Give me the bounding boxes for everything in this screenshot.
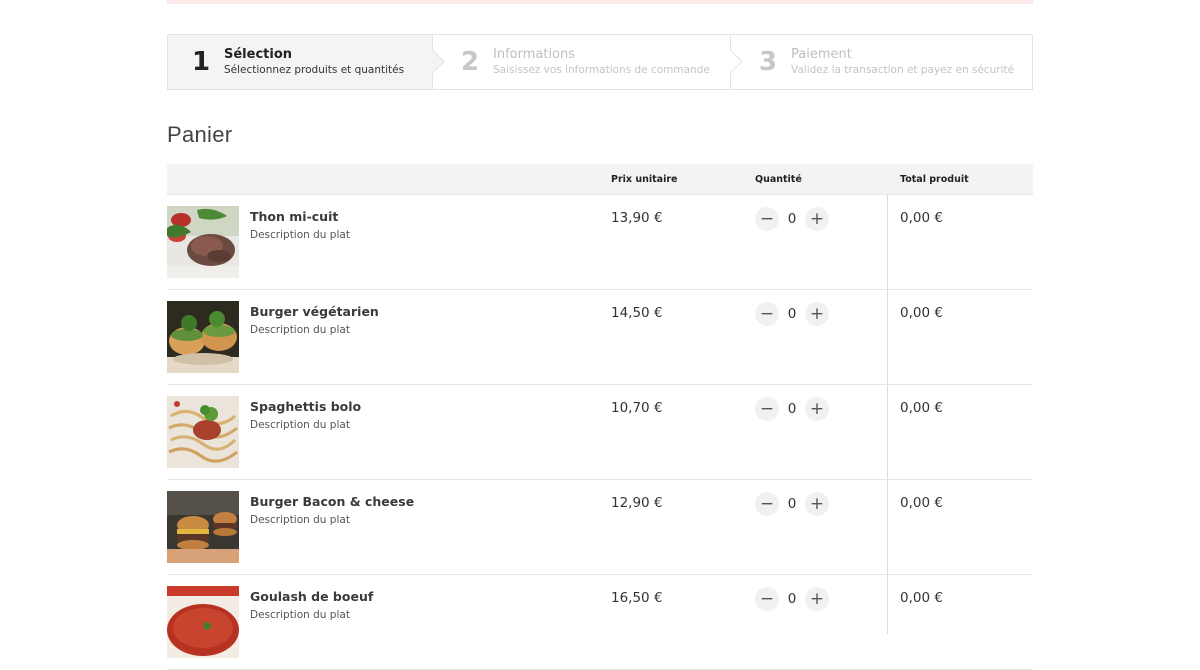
tuna-salad-photo-icon	[167, 206, 239, 278]
cart-table: Prix unitaire Quantité Total produit Tho…	[167, 164, 1033, 670]
header-quantity: Quantité	[755, 174, 802, 185]
quantity-stepper: − 0 +	[755, 302, 829, 326]
unit-price: 14,50 €	[611, 305, 663, 321]
step-number: 1	[191, 47, 211, 77]
product-image	[167, 491, 239, 563]
checkout-stepper: 1 Sélection Sélectionnez produits et qua…	[167, 34, 1033, 90]
product-description: Description du plat	[250, 514, 350, 526]
product-name: Burger Bacon & cheese	[250, 494, 415, 509]
header-total: Total produit	[900, 174, 969, 185]
product-name: Thon mi-cuit	[250, 209, 339, 224]
table-row: Goulash de boeuf Description du plat 16,…	[167, 575, 1033, 670]
product-image	[167, 586, 239, 658]
step-number: 2	[460, 47, 480, 77]
table-row: Thon mi-cuit Description du plat 13,90 €…	[167, 195, 1033, 290]
product-image	[167, 396, 239, 468]
minus-icon[interactable]: −	[755, 397, 779, 421]
quantity-stepper: − 0 +	[755, 207, 829, 231]
table-header: Prix unitaire Quantité Total produit	[167, 164, 1033, 195]
minus-icon[interactable]: −	[755, 302, 779, 326]
quantity-value: 0	[787, 211, 797, 227]
top-alert-bar	[167, 0, 1033, 4]
quantity-stepper: − 0 +	[755, 397, 829, 421]
quantity-value: 0	[787, 306, 797, 322]
product-total: 0,00 €	[900, 210, 943, 226]
product-description: Description du plat	[250, 229, 350, 241]
step-title: Sélection	[224, 47, 293, 62]
quantity-value: 0	[787, 591, 797, 607]
step-subtitle: Sélectionnez produits et quantités	[224, 64, 405, 76]
veggie-burger-photo-icon	[167, 301, 239, 373]
step-number: 3	[758, 47, 778, 77]
quantity-stepper: − 0 +	[755, 587, 829, 611]
product-total: 0,00 €	[900, 495, 943, 511]
quantity-value: 0	[787, 401, 797, 417]
bacon-burger-photo-icon	[167, 491, 239, 563]
step-informations[interactable]: 2 Informations Saisissez vos information…	[433, 35, 743, 89]
minus-icon[interactable]: −	[755, 587, 779, 611]
unit-price: 10,70 €	[611, 400, 663, 416]
table-row: Spaghettis bolo Description du plat 10,7…	[167, 385, 1033, 480]
product-total: 0,00 €	[900, 400, 943, 416]
table-row: Burger Bacon & cheese Description du pla…	[167, 480, 1033, 575]
product-name: Spaghettis bolo	[250, 399, 362, 414]
product-total: 0,00 €	[900, 590, 943, 606]
table-row: Burger végétarien Description du plat 14…	[167, 290, 1033, 385]
product-total: 0,00 €	[900, 305, 943, 321]
goulash-photo-icon	[167, 586, 239, 658]
product-image	[167, 206, 239, 278]
step-paiement[interactable]: 3 Paiement Validez la transaction et pay…	[731, 35, 1032, 89]
page-title: Panier	[167, 122, 233, 147]
plus-icon[interactable]: +	[805, 397, 829, 421]
minus-icon[interactable]: −	[755, 207, 779, 231]
minus-icon[interactable]: −	[755, 492, 779, 516]
step-title: Paiement	[791, 47, 852, 62]
step-title: Informations	[493, 47, 576, 62]
quantity-value: 0	[787, 496, 797, 512]
product-name: Goulash de boeuf	[250, 589, 374, 604]
unit-price: 16,50 €	[611, 590, 663, 606]
spaghetti-photo-icon	[167, 396, 239, 468]
unit-price: 13,90 €	[611, 210, 663, 226]
step-subtitle: Saisissez vos informations de commande	[493, 64, 710, 76]
step-subtitle: Validez la transaction et payez en sécur…	[791, 64, 1015, 76]
plus-icon[interactable]: +	[805, 302, 829, 326]
quantity-stepper: − 0 +	[755, 492, 829, 516]
product-description: Description du plat	[250, 419, 350, 431]
product-name: Burger végétarien	[250, 304, 379, 319]
product-description: Description du plat	[250, 324, 350, 336]
unit-price: 12,90 €	[611, 495, 663, 511]
plus-icon[interactable]: +	[805, 492, 829, 516]
product-description: Description du plat	[250, 609, 350, 621]
header-price: Prix unitaire	[611, 174, 678, 185]
plus-icon[interactable]: +	[805, 587, 829, 611]
product-image	[167, 301, 239, 373]
plus-icon[interactable]: +	[805, 207, 829, 231]
step-selection[interactable]: 1 Sélection Sélectionnez produits et qua…	[168, 35, 445, 89]
